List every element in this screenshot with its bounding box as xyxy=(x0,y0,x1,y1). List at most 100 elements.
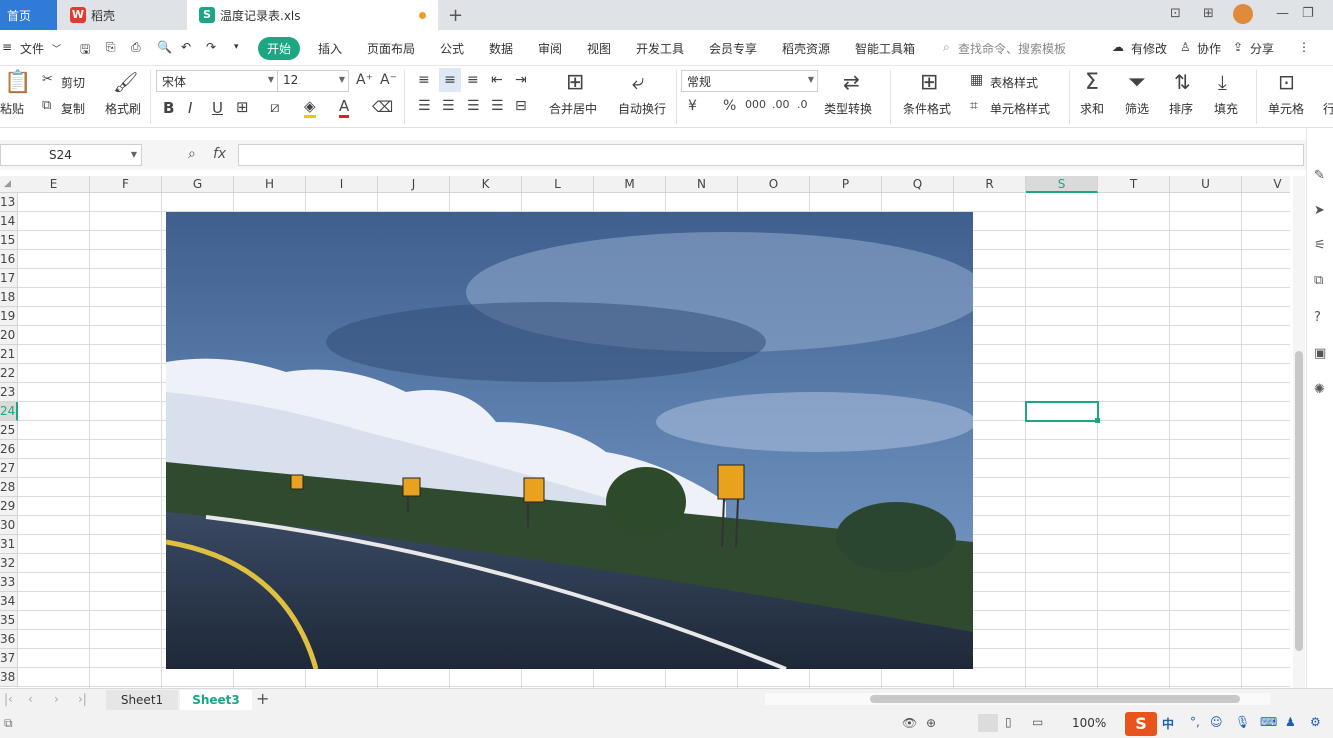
zoom-search-icon[interactable]: ⌕ xyxy=(188,146,196,162)
column-header-j[interactable]: J xyxy=(378,176,450,193)
tab-daoke[interactable]: W 稻壳 xyxy=(60,0,185,30)
modified-status[interactable]: 有修改 xyxy=(1131,40,1167,57)
more-options-icon[interactable]: ⋮ xyxy=(1298,40,1310,54)
row-header-32[interactable]: 32 xyxy=(0,554,18,573)
cut-button[interactable]: 剪切 xyxy=(61,74,85,91)
column-header-q[interactable]: Q xyxy=(882,176,954,193)
style-icon[interactable]: ✎ xyxy=(1314,168,1325,183)
eraser-icon[interactable]: ⌫ xyxy=(372,98,393,116)
row-header-20[interactable]: 20 xyxy=(0,326,18,345)
input-mode-icon[interactable]: ⊕ xyxy=(926,716,936,730)
format-painter-button[interactable]: 格式刷 xyxy=(105,100,141,117)
page-break-view-icon[interactable]: ▯ xyxy=(1005,715,1012,729)
fill-button[interactable]: 填充 xyxy=(1214,100,1238,117)
column-header-m[interactable]: M xyxy=(594,176,666,193)
column-header-h[interactable]: H xyxy=(234,176,306,193)
select-all-icon[interactable]: ◢ xyxy=(4,179,11,189)
column-header-s[interactable]: S xyxy=(1026,176,1098,193)
font-size-select[interactable]: 12 ▼ xyxy=(277,70,349,92)
next-sheet-icon[interactable]: › xyxy=(54,692,59,706)
align-right-icon[interactable]: ☰ xyxy=(467,98,480,114)
row-header-15[interactable]: 15 xyxy=(0,231,18,250)
h-scroll-thumb[interactable] xyxy=(870,695,1240,703)
auto-wrap-button[interactable]: 自动换行 xyxy=(618,100,666,117)
function-icon[interactable]: fx xyxy=(213,146,226,162)
menu-developer[interactable]: 开发工具 xyxy=(636,40,684,57)
tab-home[interactable]: 首页 xyxy=(0,0,57,30)
decrease-font-icon[interactable]: A⁻ xyxy=(380,72,397,88)
export-icon[interactable]: ⎘ xyxy=(106,40,116,55)
normal-view-icon[interactable] xyxy=(978,714,998,732)
redo-icon[interactable]: ↷ xyxy=(206,40,216,54)
new-tab-button[interactable]: + xyxy=(448,5,463,26)
restore-icon[interactable]: ❐ xyxy=(1302,6,1314,21)
sheet-tab-active[interactable]: Sheet3 xyxy=(180,690,252,710)
increase-font-icon[interactable]: A⁺ xyxy=(356,72,373,88)
toolbox-icon[interactable]: ⚙ xyxy=(1310,715,1321,729)
column-header-p[interactable]: P xyxy=(810,176,882,193)
row-header-22[interactable]: 22 xyxy=(0,364,18,383)
column-header-g[interactable]: G xyxy=(162,176,234,193)
align-bottom-icon[interactable]: ≡ xyxy=(467,72,479,88)
menu-file[interactable]: 文件 xyxy=(20,40,44,57)
row-header-26[interactable]: 26 xyxy=(0,440,18,459)
apps-grid-icon[interactable]: ⊞ xyxy=(1203,6,1214,21)
cell-style-button[interactable]: 单元格样式 xyxy=(990,100,1050,117)
save-icon[interactable]: 🖫 xyxy=(80,40,90,61)
help-icon[interactable]: ? xyxy=(1314,310,1321,325)
ime-language[interactable]: 中 xyxy=(1162,715,1174,732)
row-button[interactable]: 行 xyxy=(1323,100,1333,117)
border-icon[interactable]: ⊞ xyxy=(236,98,249,116)
row-header-35[interactable]: 35 xyxy=(0,611,18,630)
row-header-37[interactable]: 37 xyxy=(0,649,18,668)
reading-view-icon[interactable]: ▭ xyxy=(1032,715,1043,729)
emoji-icon[interactable]: ☺ xyxy=(1210,715,1223,729)
menu-formula[interactable]: 公式 xyxy=(440,40,464,57)
menu-member[interactable]: 会员专享 xyxy=(709,40,757,57)
row-header-24[interactable]: 24 xyxy=(0,402,18,421)
print-preview-icon[interactable]: 🔍 xyxy=(157,40,172,54)
avatar[interactable] xyxy=(1233,4,1253,24)
row-header-27[interactable]: 27 xyxy=(0,459,18,478)
active-cell-selection[interactable] xyxy=(1025,401,1099,422)
row-header-19[interactable]: 19 xyxy=(0,307,18,326)
select-icon[interactable]: ➤ xyxy=(1314,203,1325,218)
fill-color-icon[interactable]: ◈ xyxy=(304,97,316,118)
number-format-select[interactable]: 常规 ▼ xyxy=(681,70,818,92)
image-tool-icon[interactable]: ▣ xyxy=(1314,346,1326,361)
column-header-u[interactable]: U xyxy=(1170,176,1242,193)
microphone-icon[interactable]: 🎙 xyxy=(1235,715,1250,729)
increase-decimal-icon[interactable]: .00 xyxy=(772,98,790,111)
row-header-33[interactable]: 33 xyxy=(0,573,18,592)
command-search[interactable]: 查找命令、搜索模板 xyxy=(958,40,1066,57)
row-header-13[interactable]: 13 xyxy=(0,193,18,212)
name-box[interactable]: S24 ▼ xyxy=(0,144,142,166)
column-header-k[interactable]: K xyxy=(450,176,522,193)
settings-sliders-icon[interactable]: ⚟ xyxy=(1314,238,1326,253)
user-center-icon[interactable]: ♟ xyxy=(1285,715,1296,729)
row-header-14[interactable]: 14 xyxy=(0,212,18,231)
italic-icon[interactable]: I xyxy=(188,99,192,117)
menu-start[interactable]: 开始 xyxy=(258,37,301,60)
print-icon[interactable]: ⎙ xyxy=(131,40,141,55)
paste-icon[interactable]: 📋 xyxy=(4,70,31,95)
sort-button[interactable]: 排序 xyxy=(1169,100,1193,117)
vertical-scrollbar[interactable] xyxy=(1293,176,1305,688)
row-header-30[interactable]: 30 xyxy=(0,516,18,535)
row-header-17[interactable]: 17 xyxy=(0,269,18,288)
tab-document[interactable]: S 温度记录表.xls xyxy=(187,0,438,30)
menu-view[interactable]: 视图 xyxy=(587,40,611,57)
underline-icon[interactable]: U xyxy=(212,99,223,117)
merge-center-button[interactable]: 合并居中 xyxy=(549,100,597,117)
collab-button[interactable]: 协作 xyxy=(1197,40,1221,57)
cell-button[interactable]: 单元格 xyxy=(1268,100,1304,117)
row-header-16[interactable]: 16 xyxy=(0,250,18,269)
copy-button[interactable]: 复制 xyxy=(61,100,85,117)
row-header-23[interactable]: 23 xyxy=(0,383,18,402)
column-header-l[interactable]: L xyxy=(522,176,594,193)
fill-handle[interactable] xyxy=(1095,418,1100,423)
justify-icon[interactable]: ☰ xyxy=(491,98,504,114)
horizontal-scrollbar[interactable] xyxy=(765,693,1270,705)
column-header-r[interactable]: R xyxy=(954,176,1026,193)
ai-icon[interactable]: ✺ xyxy=(1314,382,1325,397)
